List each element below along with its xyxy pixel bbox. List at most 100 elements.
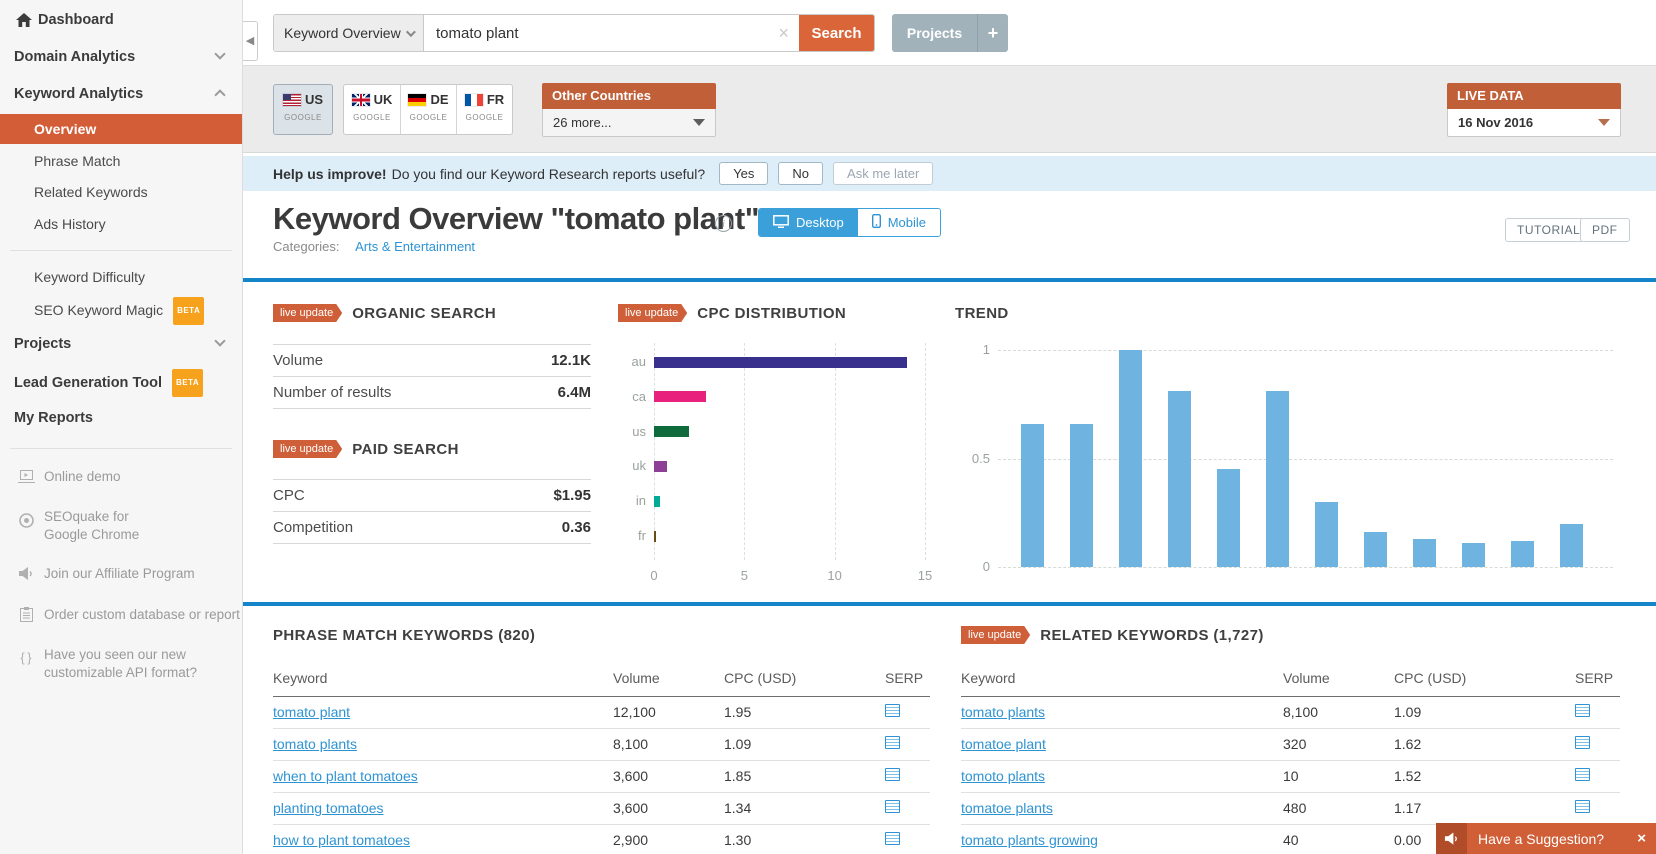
country-uk-button[interactable]: UK GOOGLE bbox=[344, 85, 400, 134]
date-select[interactable]: 16 Nov 2016 bbox=[1447, 109, 1621, 137]
keyword-tables: PHRASE MATCH KEYWORDS (820) Keyword Volu… bbox=[243, 606, 1656, 854]
sidebar-item-overview[interactable]: Overview bbox=[0, 114, 242, 144]
serp-icon[interactable] bbox=[885, 704, 900, 717]
sidebar-item-order-custom[interactable]: Order custom database or report bbox=[0, 603, 242, 627]
search-input[interactable] bbox=[424, 15, 799, 51]
keyword-link[interactable]: tomato plants bbox=[961, 704, 1045, 720]
category-link[interactable]: Arts & Entertainment bbox=[355, 239, 475, 254]
search-bar: Keyword Overview × Search bbox=[273, 14, 875, 52]
sidebar-item-keyword-analytics[interactable]: Keyword Analytics bbox=[0, 82, 242, 106]
survey-later-button[interactable]: Ask me later bbox=[833, 162, 934, 185]
sidebar-item-seoquake[interactable]: SEOquake for Google Chrome bbox=[0, 508, 242, 544]
serp-icon[interactable] bbox=[1575, 736, 1590, 749]
phrase-match-table: Keyword Volume CPC (USD) SERP tomato pla… bbox=[273, 660, 930, 854]
sidebar-item-label: Domain Analytics bbox=[14, 49, 136, 65]
sidebar-item-online-demo[interactable]: Online demo bbox=[0, 465, 242, 489]
serp-icon[interactable] bbox=[885, 800, 900, 813]
add-project-button[interactable]: + bbox=[977, 14, 1008, 52]
live-update-badge: live update bbox=[618, 304, 687, 322]
serp-icon[interactable] bbox=[1575, 704, 1590, 717]
keyword-link[interactable]: planting tomatoes bbox=[273, 800, 384, 816]
survey-no-button[interactable]: No bbox=[778, 162, 824, 185]
serp-icon[interactable] bbox=[1575, 768, 1590, 781]
sidebar-item-phrase-match[interactable]: Phrase Match bbox=[0, 149, 242, 173]
country-de-button[interactable]: DE GOOGLE bbox=[400, 85, 456, 134]
cpc-cell: 1.62 bbox=[1394, 728, 1575, 761]
keyword-link[interactable]: tomoto plants bbox=[961, 768, 1045, 784]
keyword-link[interactable]: tomato plants bbox=[273, 736, 357, 752]
sidebar-item-my-reports[interactable]: My Reports bbox=[0, 406, 242, 430]
cpc-cell: 1.09 bbox=[1394, 696, 1575, 729]
category-label: ca bbox=[632, 388, 646, 404]
chevron-down-icon bbox=[405, 26, 416, 37]
cpc-cell: 1.52 bbox=[1394, 760, 1575, 793]
search-button[interactable]: Search bbox=[799, 15, 874, 51]
sidebar-item-projects[interactable]: Projects bbox=[0, 332, 242, 356]
phone-icon bbox=[871, 213, 881, 231]
sidebar-item-label: Keyword Difficulty bbox=[34, 269, 146, 285]
volume-cell: 8,100 bbox=[613, 728, 724, 761]
other-countries-select[interactable]: 26 more... bbox=[542, 109, 716, 137]
info-icon[interactable]: i bbox=[715, 215, 732, 232]
projects-button[interactable]: Projects bbox=[892, 14, 977, 52]
survey-yes-button[interactable]: Yes bbox=[719, 162, 769, 185]
table-row: tomato plants 8,100 1.09 bbox=[273, 728, 930, 761]
serp-icon[interactable] bbox=[1575, 800, 1590, 813]
volume-cell: 12,100 bbox=[613, 696, 724, 729]
sidebar-item-dashboard[interactable]: Dashboard bbox=[0, 8, 242, 32]
sidebar-item-related-keywords[interactable]: Related Keywords bbox=[0, 180, 242, 204]
sidebar-item-seo-keyword-magic[interactable]: SEO Keyword Magic BETA bbox=[0, 297, 242, 325]
table-row: tomatoe plant 320 1.62 bbox=[961, 728, 1620, 761]
sidebar-item-keyword-difficulty[interactable]: Keyword Difficulty bbox=[0, 265, 242, 289]
tab-mobile[interactable]: Mobile bbox=[857, 209, 940, 236]
y-tick-label: 0.5 bbox=[971, 450, 990, 466]
tab-desktop[interactable]: Desktop bbox=[759, 209, 858, 236]
clear-icon[interactable]: × bbox=[778, 23, 789, 44]
country-us-button[interactable]: US GOOGLE bbox=[273, 84, 333, 135]
keyword-link[interactable]: tomatoe plants bbox=[961, 800, 1053, 816]
serp-icon[interactable] bbox=[885, 736, 900, 749]
category-label: au bbox=[631, 354, 646, 369]
sidebar-collapse-button[interactable]: ◀ bbox=[243, 21, 258, 61]
categories-label: Categories: bbox=[273, 239, 340, 254]
serp-icon[interactable] bbox=[885, 832, 900, 845]
keyword-link[interactable]: when to plant tomatoes bbox=[273, 768, 418, 784]
main-content: ◀ Keyword Overview × Search Projects + U… bbox=[243, 0, 1656, 854]
pdf-button[interactable]: PDF bbox=[1580, 218, 1630, 242]
dropdown-arrow-icon bbox=[1598, 119, 1610, 126]
sidebar-item-label: Online demo bbox=[44, 469, 121, 484]
volume-cell: 8,100 bbox=[1283, 696, 1394, 729]
stat-row: Volume 12.1K bbox=[273, 345, 591, 377]
keyword-link[interactable]: tomato plants growing bbox=[961, 832, 1098, 848]
stat-label: CPC bbox=[273, 487, 305, 504]
column-header-cpc: CPC (USD) bbox=[1394, 660, 1575, 697]
stats-panel: live update ORGANIC SEARCH Volume 12.1K … bbox=[243, 282, 1656, 602]
sidebar-item-ads-history[interactable]: Ads History bbox=[0, 212, 242, 236]
keyword-link[interactable]: tomatoe plant bbox=[961, 736, 1046, 752]
sidebar: Dashboard Domain Analytics Keyword Analy… bbox=[0, 0, 243, 854]
country-group: UK GOOGLE DE GOOGLE FR GOOGLE bbox=[343, 84, 513, 135]
sidebar-divider bbox=[10, 448, 232, 449]
country-fr-button[interactable]: FR GOOGLE bbox=[456, 85, 512, 134]
cpc-bar-fr bbox=[654, 530, 656, 542]
cpc-distribution-title: CPC DISTRIBUTION bbox=[697, 304, 847, 322]
page-title: Keyword Overview "tomato plant" bbox=[273, 201, 759, 236]
sidebar-item-api-format[interactable]: { } Have you seen our new customizable A… bbox=[0, 646, 242, 682]
close-icon[interactable]: × bbox=[1637, 830, 1646, 847]
y-tick-label: 0 bbox=[982, 559, 990, 574]
keyword-link[interactable]: tomato plant bbox=[273, 704, 350, 720]
x-tick-label: 5 bbox=[740, 568, 748, 583]
sidebar-item-domain-analytics[interactable]: Domain Analytics bbox=[0, 45, 242, 69]
gridline bbox=[925, 343, 926, 560]
keyword-link[interactable]: how to plant tomatoes bbox=[273, 832, 410, 848]
country-code: FR bbox=[486, 92, 505, 107]
sidebar-item-label: Have you seen our new bbox=[44, 647, 186, 662]
country-code: UK bbox=[373, 92, 393, 107]
category-label: uk bbox=[632, 458, 646, 474]
search-type-select[interactable]: Keyword Overview bbox=[274, 15, 424, 51]
serp-icon[interactable] bbox=[885, 768, 900, 781]
table-row: how to plant tomatoes 2,900 1.30 bbox=[273, 824, 930, 854]
sidebar-item-lead-generation[interactable]: Lead Generation Tool BETA bbox=[0, 369, 242, 397]
sidebar-item-affiliate[interactable]: Join our Affiliate Program bbox=[0, 562, 242, 586]
suggestion-banner[interactable]: Have a Suggestion? × bbox=[1436, 823, 1656, 854]
